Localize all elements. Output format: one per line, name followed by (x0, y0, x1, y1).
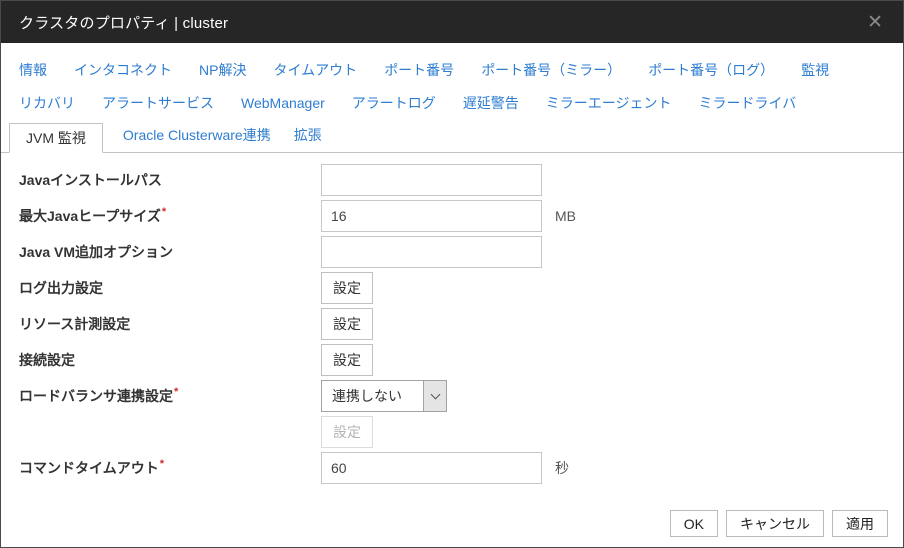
tab-row: JVM 監視 Oracle Clusterware連携 拡張 (1, 123, 903, 153)
nav-link-delay-warning[interactable]: 遅延警告 (463, 93, 519, 113)
nav-link-webmanager[interactable]: WebManager (241, 93, 325, 113)
form-row-load-balancer: ロードバランサ連携設定* 連携しない (19, 380, 903, 412)
command-timeout-label: コマンドタイムアウト* (19, 458, 321, 478)
nav-link-timeout[interactable]: タイムアウト (273, 60, 357, 80)
max-java-heap-unit: MB (555, 208, 576, 224)
connection-label: 接続設定 (19, 350, 321, 370)
nav-link-alert-log[interactable]: アラートログ (352, 93, 436, 113)
nav-link-port-number-mirror[interactable]: ポート番号（ミラー） (481, 60, 621, 80)
command-timeout-unit: 秒 (555, 458, 569, 478)
resource-measurement-label: リソース計測設定 (19, 314, 321, 334)
tab-extension[interactable]: 拡張 (294, 125, 322, 152)
nav-row-2: リカバリ アラートサービス WebManager アラートログ 遅延警告 ミラー… (1, 93, 903, 113)
load-balancer-selected-value: 連携しない (322, 381, 423, 411)
dialog-titlebar: クラスタのプロパティ | cluster ✕ (1, 1, 903, 43)
nav-link-recovery[interactable]: リカバリ (19, 93, 75, 113)
required-asterisk: * (160, 458, 164, 470)
nav-link-np-resolution[interactable]: NP解決 (199, 60, 246, 80)
log-output-settings-button[interactable]: 設定 (321, 272, 373, 304)
form-row-max-java-heap: 最大Javaヒープサイズ* MB (19, 200, 903, 232)
chevron-down-icon (423, 381, 446, 411)
load-balancer-select[interactable]: 連携しない (321, 380, 447, 412)
cancel-button[interactable]: キャンセル (726, 510, 824, 537)
ok-button[interactable]: OK (670, 510, 718, 537)
log-output-label: ログ出力設定 (19, 278, 321, 298)
java-vm-options-input[interactable] (321, 236, 542, 268)
nav-row-1: 情報 インタコネクト NP解決 タイムアウト ポート番号 ポート番号（ミラー） … (1, 60, 903, 80)
form-row-java-install-path: Javaインストールパス (19, 164, 903, 196)
nav-link-alert-service[interactable]: アラートサービス (102, 93, 214, 113)
form-row-command-timeout: コマンドタイムアウト* 秒 (19, 452, 903, 484)
form-row-java-vm-options: Java VM追加オプション (19, 236, 903, 268)
form-row-resource-measurement: リソース計測設定 設定 (19, 308, 903, 340)
required-asterisk: * (174, 386, 178, 398)
max-java-heap-input[interactable] (321, 200, 542, 232)
cluster-properties-dialog: クラスタのプロパティ | cluster ✕ 情報 インタコネクト NP解決 タ… (0, 0, 904, 548)
jvm-monitor-form: Javaインストールパス 最大Javaヒープサイズ* MB Java VM追加オ… (1, 164, 903, 488)
java-vm-options-label: Java VM追加オプション (19, 242, 321, 262)
nav-link-interconnect[interactable]: インタコネクト (74, 60, 172, 80)
load-balancer-settings-button: 設定 (321, 416, 373, 448)
form-row-connection: 接続設定 設定 (19, 344, 903, 376)
close-icon[interactable]: ✕ (863, 11, 887, 34)
nav-link-port-number-log[interactable]: ポート番号（ログ） (648, 60, 774, 80)
nav-link-port-number[interactable]: ポート番号 (384, 60, 454, 80)
nav-link-monitor[interactable]: 監視 (801, 60, 829, 80)
dialog-body: 情報 インタコネクト NP解決 タイムアウト ポート番号 ポート番号（ミラー） … (1, 43, 903, 547)
tab-jvm-monitor[interactable]: JVM 監視 (9, 123, 103, 153)
dialog-title: クラスタのプロパティ | cluster (19, 12, 228, 33)
resource-measurement-settings-button[interactable]: 設定 (321, 308, 373, 340)
max-java-heap-label: 最大Javaヒープサイズ* (19, 206, 321, 226)
required-asterisk: * (162, 206, 166, 218)
java-install-path-label: Javaインストールパス (19, 170, 321, 190)
apply-button[interactable]: 適用 (832, 510, 888, 537)
nav-link-info[interactable]: 情報 (19, 60, 47, 80)
nav-link-mirror-agent[interactable]: ミラーエージェント (546, 93, 672, 113)
form-row-load-balancer-settings: 設定 (19, 416, 903, 448)
tab-oracle-clusterware[interactable]: Oracle Clusterware連携 (123, 125, 271, 152)
nav-link-mirror-driver[interactable]: ミラードライバ (699, 93, 797, 113)
dialog-footer: OK キャンセル 適用 (1, 510, 903, 537)
form-row-log-output: ログ出力設定 設定 (19, 272, 903, 304)
load-balancer-label: ロードバランサ連携設定* (19, 386, 321, 406)
java-install-path-input[interactable] (321, 164, 542, 196)
connection-settings-button[interactable]: 設定 (321, 344, 373, 376)
command-timeout-input[interactable] (321, 452, 542, 484)
